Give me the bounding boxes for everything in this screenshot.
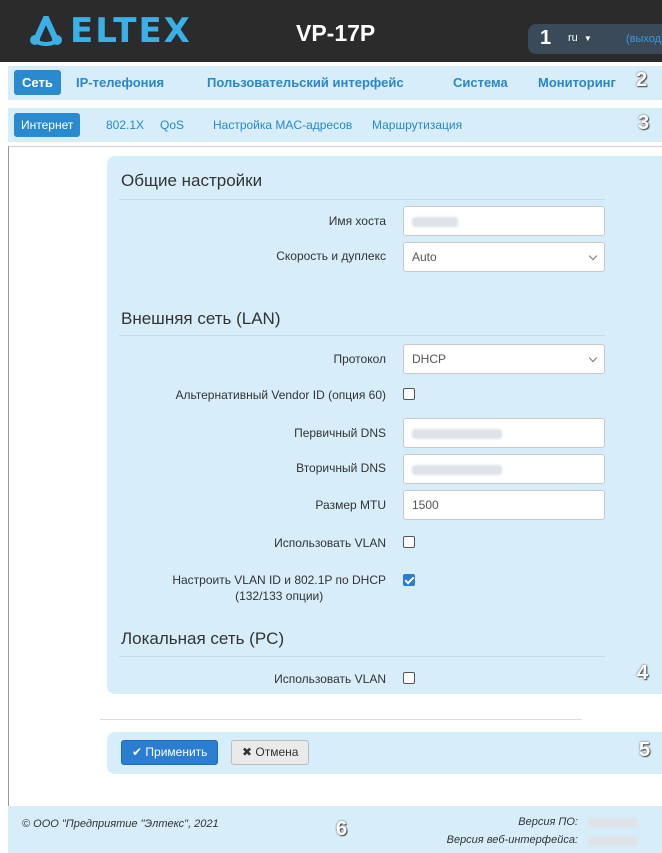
hostname-input[interactable] [403, 206, 605, 236]
actions-panel: ✔ Применить ✖ Отмена 5 [107, 732, 662, 774]
separator [100, 719, 582, 720]
tab-monitoring[interactable]: Мониторинг [538, 70, 616, 95]
mtu-value: 1500 [412, 498, 439, 512]
tab-mac-addresses[interactable]: Настройка MAC-адресов [213, 113, 352, 137]
badge-5: 5 [639, 739, 651, 761]
dns1-label: Первичный DNS [294, 426, 386, 440]
divider [8, 146, 662, 147]
pc-vlan-label: Использовать VLAN [274, 672, 386, 686]
section-divider [119, 335, 605, 336]
dhcp-vlan-label: Настроить VLAN ID и 802.1P по DHCP (132/… [172, 572, 386, 604]
sub-tabs: Интернет 802.1X QoS Настройка MAC-адресо… [8, 108, 662, 142]
tab-network[interactable]: Сеть [14, 70, 61, 95]
close-icon: ✖ [242, 745, 253, 759]
mtu-input[interactable]: 1500 [403, 490, 605, 520]
vendor-id-label: Альтернативный Vendor ID (опция 60) [175, 388, 386, 402]
language-select[interactable]: ru ▼ [568, 32, 592, 44]
firmware-version-redacted [588, 818, 638, 828]
pc-vlan-checkbox[interactable] [403, 672, 415, 684]
web-version-label: Версия веб-интерфейса: [446, 834, 578, 846]
protocol-value: DHCP [412, 352, 447, 366]
firmware-version-label: Версия ПО: [518, 816, 578, 828]
check-icon: ✔ [132, 745, 143, 759]
copyright: © ООО "Предприятие "Элтекс", 2021 [22, 818, 219, 830]
protocol-label: Протокол [333, 352, 386, 366]
section-divider [119, 199, 605, 200]
lan-section-title: Внешняя сеть (LAN) [121, 309, 281, 328]
tab-ip-telephony[interactable]: IP-телефония [76, 70, 164, 95]
pc-section-title: Локальная сеть (PC) [121, 629, 285, 648]
duplex-label: Скорость и дуплекс [276, 249, 386, 263]
cancel-label: Отмена [255, 745, 299, 759]
logo-text: ELTEX [70, 11, 192, 51]
cancel-button[interactable]: ✖ Отмена [231, 740, 310, 765]
language-bar: 1 ru ▼ (выход) [528, 24, 662, 54]
general-section-title: Общие настройки [121, 171, 263, 190]
apply-label: Применить [145, 745, 208, 759]
eltex-logo: ELTEX [28, 14, 192, 48]
badge-2: 2 [636, 69, 648, 91]
duplex-select[interactable]: Auto [403, 242, 605, 272]
tab-qos[interactable]: QoS [160, 113, 184, 137]
hostname-value-redacted [412, 216, 458, 227]
duplex-value: Auto [412, 250, 437, 264]
badge-3: 3 [638, 112, 650, 134]
vlan-checkbox[interactable] [403, 536, 415, 548]
header-bar: ELTEX VP-17P 1 ru ▼ (выход) [0, 0, 662, 62]
mtu-label: Размер MTU [315, 498, 386, 512]
protocol-select[interactable]: DHCP [403, 344, 605, 374]
dns1-input[interactable] [403, 418, 605, 448]
dns2-value-redacted [412, 464, 502, 475]
settings-panel: Общие настройки Имя хоста Скорость и дуп… [107, 156, 662, 694]
main-tabs: Сеть IP-телефония Пользовательский интер… [8, 66, 662, 100]
logout-link[interactable]: (выход) [626, 33, 662, 45]
badge-6: 6 [336, 818, 348, 840]
language-value: ru [568, 32, 578, 44]
apply-button[interactable]: ✔ Применить [121, 740, 219, 765]
chevron-down-icon [588, 353, 598, 363]
web-version-redacted [588, 836, 638, 846]
badge-4: 4 [637, 662, 649, 684]
tab-8021x[interactable]: 802.1X [106, 113, 144, 137]
dhcp-vlan-label-line2: (132/133 опции) [235, 589, 324, 603]
dns2-input[interactable] [403, 454, 605, 484]
dns1-value-redacted [412, 428, 502, 439]
tab-user-interface[interactable]: Пользовательский интерфейс [207, 70, 404, 95]
vendor-id-checkbox[interactable] [403, 388, 415, 400]
caret-down-icon: ▼ [583, 34, 592, 43]
tab-system[interactable]: Система [453, 70, 508, 95]
eltex-logo-icon [30, 16, 62, 46]
tab-routing[interactable]: Маршрутизация [372, 113, 462, 137]
dns2-label: Вторичный DNS [296, 461, 386, 475]
left-border [8, 146, 9, 853]
chevron-down-icon [588, 251, 598, 261]
tab-internet[interactable]: Интернет [14, 113, 81, 137]
footer: © ООО "Предприятие "Элтекс", 2021 6 Верс… [8, 806, 662, 853]
device-model: VP-17P [296, 20, 376, 46]
hostname-label: Имя хоста [328, 214, 386, 228]
badge-1: 1 [540, 27, 552, 49]
dhcp-vlan-checkbox[interactable] [403, 574, 415, 586]
vlan-label: Использовать VLAN [274, 536, 386, 550]
section-divider [119, 656, 605, 657]
dhcp-vlan-label-line1: Настроить VLAN ID и 802.1P по DHCP [172, 573, 386, 587]
